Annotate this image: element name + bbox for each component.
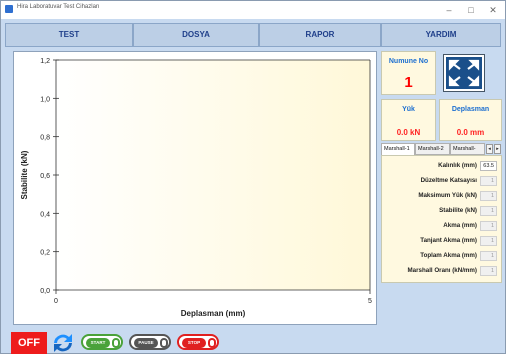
tab-marshall-3[interactable]: Marshall- bbox=[450, 143, 485, 155]
param-label: Stabilite (kN) bbox=[439, 207, 477, 214]
param-value: 1 bbox=[480, 221, 497, 231]
menu-test-button[interactable]: TEST bbox=[5, 23, 133, 47]
pause-button[interactable]: PAUSE bbox=[129, 334, 171, 350]
displacement-value: 0.0 mm bbox=[456, 128, 485, 137]
app-window: Hira Laboratuvar Test Cihazları – □ ✕ TE… bbox=[0, 0, 506, 354]
param-row: Maksimum Yük (kN) 1 bbox=[382, 189, 503, 203]
stop-label: STOP bbox=[182, 338, 206, 348]
sample-number: 1 bbox=[404, 74, 413, 91]
param-value: 1 bbox=[480, 266, 497, 276]
x-axis-label: Deplasman (mm) bbox=[181, 309, 246, 318]
param-label: Düzeltme Katsayısı bbox=[420, 177, 477, 184]
param-label: Toplam Akma (mm) bbox=[420, 252, 477, 259]
stop-knob-icon bbox=[208, 338, 216, 348]
tab-scroll-right-icon[interactable]: ▸ bbox=[494, 144, 501, 154]
marshall-tabs: Marshall-1 Marshall-2 Marshall- ◂ ▸ bbox=[381, 143, 502, 155]
tab-marshall-2[interactable]: Marshall-2 bbox=[415, 143, 450, 155]
param-label: Kalınlık (mm) bbox=[438, 162, 477, 169]
param-label: Maksimum Yük (kN) bbox=[418, 192, 477, 199]
title-bar: Hira Laboratuvar Test Cihazları – □ ✕ bbox=[1, 1, 505, 19]
x-tick-label: 0 bbox=[54, 298, 58, 305]
thickness-input[interactable]: 63.5 bbox=[480, 161, 497, 171]
param-row: Stabilite (kN) 1 bbox=[382, 204, 503, 218]
y-tick-label: 0,2 bbox=[40, 250, 50, 257]
close-icon[interactable]: ✕ bbox=[483, 3, 503, 17]
minimize-icon[interactable]: – bbox=[439, 3, 459, 17]
maximize-icon[interactable]: □ bbox=[461, 3, 481, 17]
main-menu: TEST DOSYA RAPOR YARDIM bbox=[5, 23, 501, 47]
refresh-icon[interactable] bbox=[51, 332, 75, 354]
displacement-title: Deplasman bbox=[451, 106, 490, 113]
off-button[interactable]: OFF bbox=[11, 332, 47, 354]
start-button[interactable]: START bbox=[81, 334, 123, 350]
chart-svg: 0,0 0,2 0,4 0,6 0,8 1,0 1,2 0 5 Deplasman (mm) S… bbox=[20, 58, 372, 318]
param-value: 1 bbox=[480, 176, 497, 186]
y-tick-label: 0,4 bbox=[40, 211, 50, 218]
start-label: START bbox=[86, 338, 110, 348]
start-knob-icon bbox=[112, 338, 120, 348]
marshall-params-panel: Kalınlık (mm) 63.5 Düzeltme Katsayısı 1 … bbox=[381, 155, 502, 283]
app-icon bbox=[5, 5, 13, 13]
param-row: Akma (mm) 1 bbox=[382, 219, 503, 233]
pause-knob-icon bbox=[160, 338, 168, 348]
window-title: Hira Laboratuvar Test Cihazları bbox=[17, 4, 100, 10]
load-value: 0.0 kN bbox=[396, 128, 421, 137]
tab-marshall-1[interactable]: Marshall-1 bbox=[381, 143, 415, 155]
param-label: Tanjant Akma (mm) bbox=[420, 237, 477, 244]
load-title: Yük bbox=[402, 106, 415, 113]
y-tick-label: 1,0 bbox=[40, 96, 50, 103]
y-tick-label: 0,8 bbox=[40, 135, 50, 142]
plot-area bbox=[56, 60, 370, 290]
displacement-box: Deplasman 0.0 mm bbox=[439, 99, 502, 141]
sample-title: Numune No bbox=[388, 58, 429, 65]
menu-dosya-button[interactable]: DOSYA bbox=[133, 23, 259, 47]
param-row: Düzeltme Katsayısı 1 bbox=[382, 174, 503, 188]
right-panel: Numune No 1 Yük 0.0 kN Deplasman 0.0 mm … bbox=[381, 51, 502, 283]
param-label: Marshall Oranı (kN/mm) bbox=[407, 267, 477, 274]
param-label: Akma (mm) bbox=[443, 222, 477, 229]
param-value: 1 bbox=[480, 251, 497, 261]
stability-chart: 0,0 0,2 0,4 0,6 0,8 1,0 1,2 0 5 Deplasman (mm) S… bbox=[13, 51, 377, 325]
load-box: Yük 0.0 kN bbox=[381, 99, 436, 141]
y-tick-label: 1,2 bbox=[40, 58, 50, 65]
param-row: Marshall Oranı (kN/mm) 1 bbox=[382, 264, 503, 278]
control-bar: OFF START PAUSE STOP bbox=[11, 330, 231, 354]
menu-yardim-button[interactable]: YARDIM bbox=[381, 23, 501, 47]
stop-button[interactable]: STOP bbox=[177, 334, 219, 350]
y-axis-label: Stabilite (kN) bbox=[20, 150, 29, 199]
param-value: 1 bbox=[480, 191, 497, 201]
param-row: Tanjant Akma (mm) 1 bbox=[382, 234, 503, 248]
expand-arrows-icon bbox=[448, 59, 480, 87]
pause-label: PAUSE bbox=[134, 338, 158, 348]
param-value: 1 bbox=[480, 206, 497, 216]
param-row: Toplam Akma (mm) 1 bbox=[382, 249, 503, 263]
menu-rapor-button[interactable]: RAPOR bbox=[259, 23, 381, 47]
y-tick-label: 0,6 bbox=[40, 173, 50, 180]
sample-box: Numune No 1 bbox=[381, 51, 436, 95]
param-value: 1 bbox=[480, 236, 497, 246]
tab-scroll-left-icon[interactable]: ◂ bbox=[486, 144, 493, 154]
x-tick-label: 5 bbox=[368, 298, 372, 305]
fullscreen-button[interactable] bbox=[444, 55, 484, 91]
y-tick-label: 0,0 bbox=[40, 288, 50, 295]
param-row: Kalınlık (mm) 63.5 bbox=[382, 159, 503, 173]
